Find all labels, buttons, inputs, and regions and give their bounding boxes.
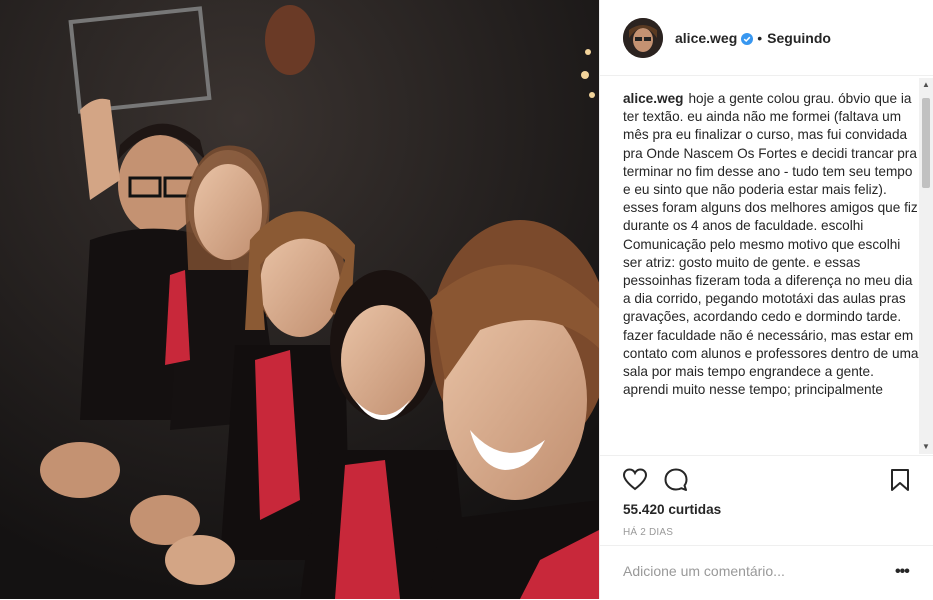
username-link[interactable]: alice.weg bbox=[675, 30, 737, 46]
bookmark-icon[interactable] bbox=[887, 467, 913, 493]
post-header: alice.weg • Seguindo bbox=[600, 0, 933, 76]
header-separator: • bbox=[757, 29, 763, 46]
heart-icon[interactable] bbox=[622, 467, 648, 493]
following-button[interactable]: Seguindo bbox=[767, 30, 831, 46]
post-caption: alice.weg hoje a gente colou grau. óbvio … bbox=[623, 90, 919, 452]
comment-input[interactable] bbox=[623, 563, 883, 579]
post-dialog: alice.weg • Seguindo alice.weg hoje a gen… bbox=[0, 0, 933, 599]
post-photo[interactable] bbox=[0, 0, 599, 599]
post-timestamp[interactable]: HÁ 2 DIAS bbox=[623, 527, 673, 538]
caption-text: hoje a gente colou grau. óbvio que ia te… bbox=[623, 91, 919, 380]
post-actions bbox=[600, 455, 933, 504]
caption-username-link[interactable]: alice.weg bbox=[623, 91, 683, 106]
scroll-down-icon[interactable]: ▼ bbox=[919, 440, 933, 454]
group-selfie-image bbox=[0, 0, 599, 599]
scroll-up-icon[interactable]: ▲ bbox=[919, 78, 933, 92]
post-sidebar: alice.weg • Seguindo alice.weg hoje a gen… bbox=[599, 0, 933, 599]
caption-text-continued: aprendi muito nesse tempo; principalment… bbox=[623, 382, 883, 398]
caption-scrollbar[interactable]: ▲ ▼ bbox=[919, 78, 933, 454]
more-options-icon[interactable]: ••• bbox=[895, 563, 910, 581]
comment-bar: ••• bbox=[600, 545, 933, 600]
verified-badge-icon bbox=[741, 32, 754, 45]
comment-icon[interactable] bbox=[663, 467, 689, 493]
avatar[interactable] bbox=[623, 17, 663, 58]
likes-count[interactable]: 55.420 curtidas bbox=[623, 502, 721, 517]
scrollbar-thumb[interactable] bbox=[922, 98, 930, 188]
avatar-image bbox=[623, 17, 663, 58]
